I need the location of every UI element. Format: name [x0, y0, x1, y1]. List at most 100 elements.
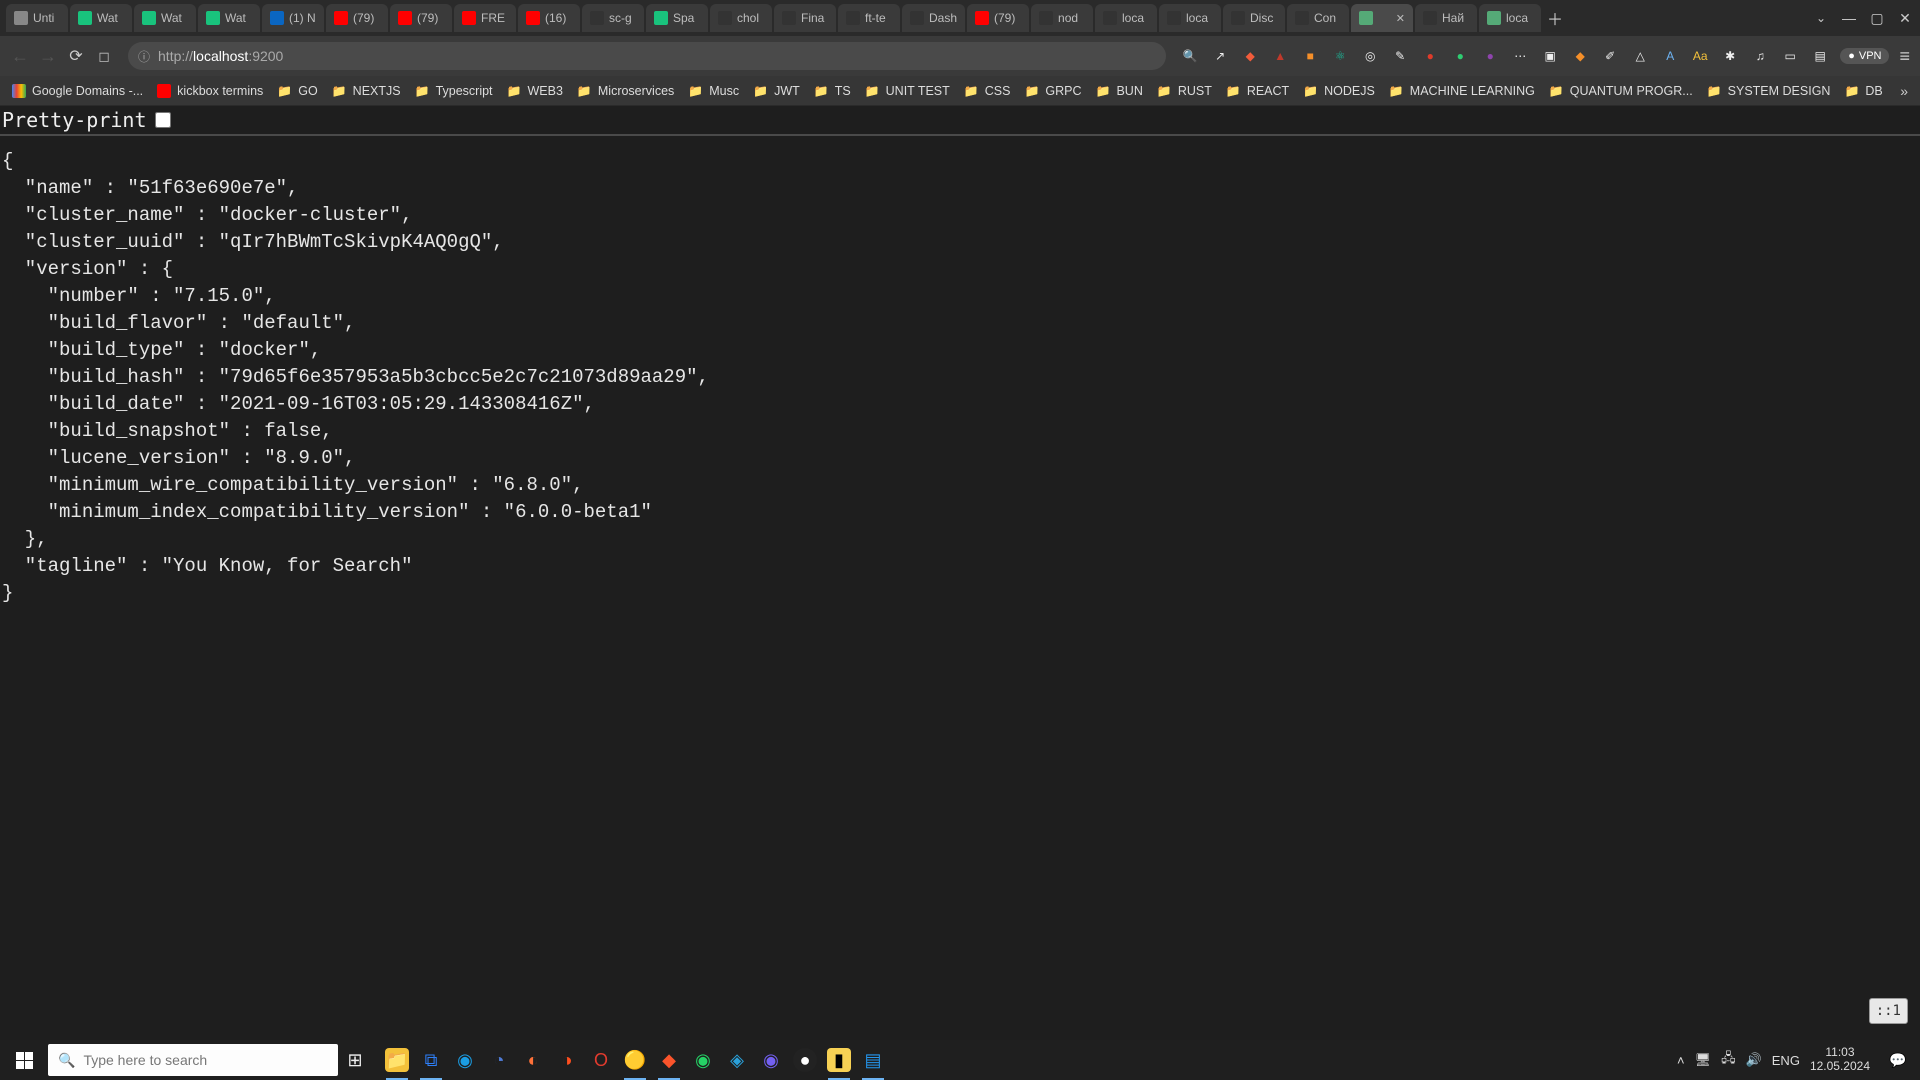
zoom-icon[interactable]: 🔍: [1180, 46, 1200, 66]
taskbar-app-opera[interactable]: O: [584, 1040, 618, 1080]
extension-dot-icon[interactable]: ●: [1420, 46, 1440, 66]
tray-clock[interactable]: 11:03 12.05.2024: [1810, 1046, 1870, 1074]
tray-volume-icon[interactable]: 🔊: [1746, 1052, 1762, 1068]
browser-tab[interactable]: (79): [967, 4, 1029, 32]
taskbar-app-obs[interactable]: ●: [788, 1040, 822, 1080]
extension-aa-icon[interactable]: Aa: [1690, 46, 1710, 66]
taskbar-app-firefox[interactable]: ◐: [516, 1040, 550, 1080]
bookmark-item[interactable]: 📁NEXTJS: [332, 84, 401, 98]
browser-tab[interactable]: (79): [326, 4, 388, 32]
vpn-button[interactable]: ● VPN: [1840, 48, 1889, 64]
cast-icon[interactable]: ▭: [1780, 46, 1800, 66]
bookmark-item[interactable]: 📁REACT: [1226, 84, 1289, 98]
extension-pen-icon[interactable]: ✎: [1390, 46, 1410, 66]
browser-tab[interactable]: Fina: [774, 4, 836, 32]
browser-tab[interactable]: Con: [1287, 4, 1349, 32]
browser-tab[interactable]: chol: [710, 4, 772, 32]
window-minimize-button[interactable]: —: [1840, 9, 1858, 27]
taskbar-app-notes[interactable]: ▮: [822, 1040, 856, 1080]
site-info-icon[interactable]: ⓘ: [138, 48, 150, 65]
extensions-menu-icon[interactable]: ✱: [1720, 46, 1740, 66]
brave-shield-icon[interactable]: ◆: [1240, 46, 1260, 66]
window-close-button[interactable]: ✕: [1896, 9, 1914, 27]
bookmark-item[interactable]: 📁Musc: [688, 84, 739, 98]
browser-tab[interactable]: FRE: [454, 4, 516, 32]
bookmark-item[interactable]: 📁QUANTUM PROGR...: [1549, 84, 1693, 98]
taskbar-app-vscode[interactable]: ⧉: [414, 1040, 448, 1080]
browser-tab[interactable]: Wat: [198, 4, 260, 32]
bookmark-item[interactable]: 📁MACHINE LEARNING: [1389, 84, 1535, 98]
taskbar-app-telegram[interactable]: ◈: [720, 1040, 754, 1080]
pretty-print-checkbox[interactable]: [155, 112, 171, 128]
window-maximize-button[interactable]: ▢: [1868, 9, 1886, 27]
start-button[interactable]: [0, 1040, 48, 1080]
extension-tri-icon[interactable]: △: [1630, 46, 1650, 66]
taskbar-app-viber[interactable]: ◉: [754, 1040, 788, 1080]
extension-box-icon[interactable]: ▣: [1540, 46, 1560, 66]
browser-tab[interactable]: loca: [1095, 4, 1157, 32]
bookmark-item[interactable]: 📁TS: [814, 84, 851, 98]
bookmark-item[interactable]: 📁BUN: [1096, 84, 1143, 98]
bookmark-item[interactable]: 📁UNIT TEST: [865, 84, 950, 98]
bookmark-item[interactable]: 📁Microservices: [577, 84, 674, 98]
taskbar-app-edge[interactable]: ◉: [448, 1040, 482, 1080]
sidebar-icon[interactable]: ▤: [1810, 46, 1830, 66]
extension-cube-icon[interactable]: ◆: [1570, 46, 1590, 66]
browser-tab[interactable]: ✕: [1351, 4, 1413, 32]
bookmark-item[interactable]: 📁GO: [277, 84, 317, 98]
browser-tab[interactable]: Най: [1415, 4, 1477, 32]
tray-language[interactable]: ENG: [1772, 1053, 1800, 1068]
tab-close-button[interactable]: ✕: [1396, 12, 1405, 25]
tabs-dropdown-button[interactable]: ⌄: [1812, 11, 1830, 25]
extension-green-icon[interactable]: ●: [1450, 46, 1470, 66]
nav-forward-button[interactable]: →: [38, 46, 58, 66]
app-menu-button[interactable]: ≡: [1899, 46, 1910, 67]
bookmark-item[interactable]: 📁SYSTEM DESIGN: [1707, 84, 1831, 98]
tray-chevron-up-icon[interactable]: ˄: [1677, 1053, 1685, 1068]
taskbar-app-docker[interactable]: ▤: [856, 1040, 890, 1080]
bookmark-item[interactable]: kickbox termins: [157, 84, 263, 98]
react-devtools-icon[interactable]: ⚛: [1330, 46, 1350, 66]
new-tab-button[interactable]: ＋: [1543, 6, 1567, 30]
browser-tab[interactable]: Disc: [1223, 4, 1285, 32]
media-music-icon[interactable]: ♫: [1750, 46, 1770, 66]
bookmark-item[interactable]: 📁JWT: [753, 84, 800, 98]
bookmark-item[interactable]: Google Domains -...: [12, 84, 143, 98]
browser-tab[interactable]: (79): [390, 4, 452, 32]
brave-rewards-icon[interactable]: ▲: [1270, 46, 1290, 66]
bookmark-item[interactable]: 📁RUST: [1157, 84, 1212, 98]
task-view-button[interactable]: ⊞: [338, 1040, 372, 1080]
browser-tab[interactable]: (1) N: [262, 4, 324, 32]
taskbar-app-brave[interactable]: ◆: [652, 1040, 686, 1080]
browser-tab[interactable]: nod: [1031, 4, 1093, 32]
bookmark-item[interactable]: 📁CSS: [964, 84, 1011, 98]
tray-display-icon[interactable]: 🖥: [1695, 1052, 1712, 1068]
extension-circle-icon[interactable]: ◎: [1360, 46, 1380, 66]
browser-tab[interactable]: Spa: [646, 4, 708, 32]
taskbar-search-box[interactable]: 🔍 Type here to search: [48, 1044, 338, 1076]
bookmark-item[interactable]: 📁DB: [1844, 84, 1882, 98]
extension-a-icon[interactable]: A: [1660, 46, 1680, 66]
address-bar[interactable]: ⓘ http://localhost:9200: [128, 42, 1166, 70]
bookmark-item[interactable]: 📁GRPC: [1024, 84, 1081, 98]
extension-purple-icon[interactable]: ●: [1480, 46, 1500, 66]
taskbar-app-firefox-dev[interactable]: ◑: [550, 1040, 584, 1080]
extension-icon[interactable]: ■: [1300, 46, 1320, 66]
browser-tab[interactable]: Unti: [6, 4, 68, 32]
browser-tab[interactable]: (16): [518, 4, 580, 32]
bookmark-item[interactable]: 📁Typescript: [415, 84, 493, 98]
browser-tab[interactable]: Wat: [70, 4, 132, 32]
browser-tab[interactable]: ft-te: [838, 4, 900, 32]
color-picker-icon[interactable]: ✐: [1600, 46, 1620, 66]
bookmarks-overflow-button[interactable]: »: [1900, 83, 1908, 99]
browser-tab[interactable]: loca: [1479, 4, 1541, 32]
tray-notifications-button[interactable]: 💬: [1880, 1040, 1916, 1080]
reload-button[interactable]: ⟳: [66, 46, 86, 66]
taskbar-app-teams[interactable]: ◔: [482, 1040, 516, 1080]
browser-tab[interactable]: sc-g: [582, 4, 644, 32]
nav-back-button[interactable]: ←: [10, 46, 30, 66]
tray-network-icon[interactable]: 🖧: [1721, 1049, 1736, 1071]
taskbar-app-explorer[interactable]: 📁: [380, 1040, 414, 1080]
bookmark-item[interactable]: 📁NODEJS: [1303, 84, 1375, 98]
share-icon[interactable]: ↗: [1210, 46, 1230, 66]
